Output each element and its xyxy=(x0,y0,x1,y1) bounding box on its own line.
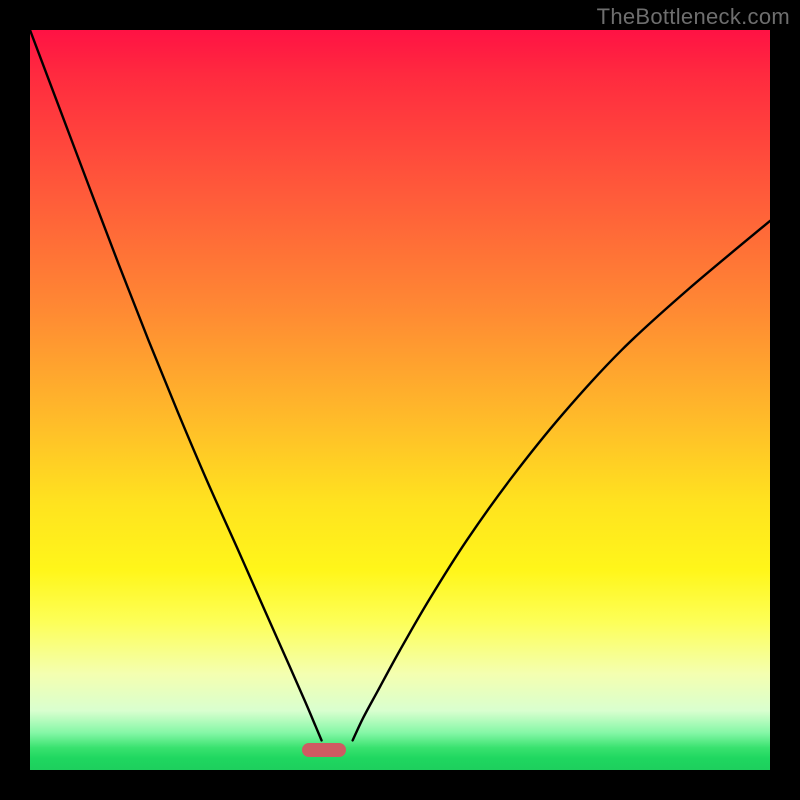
watermark-text: TheBottleneck.com xyxy=(597,4,790,30)
bottleneck-marker xyxy=(302,743,346,757)
chart-frame: TheBottleneck.com xyxy=(0,0,800,800)
left-curve xyxy=(30,30,322,740)
curve-layer xyxy=(30,30,770,770)
gradient-plot-area xyxy=(30,30,770,770)
right-curve xyxy=(353,221,770,740)
